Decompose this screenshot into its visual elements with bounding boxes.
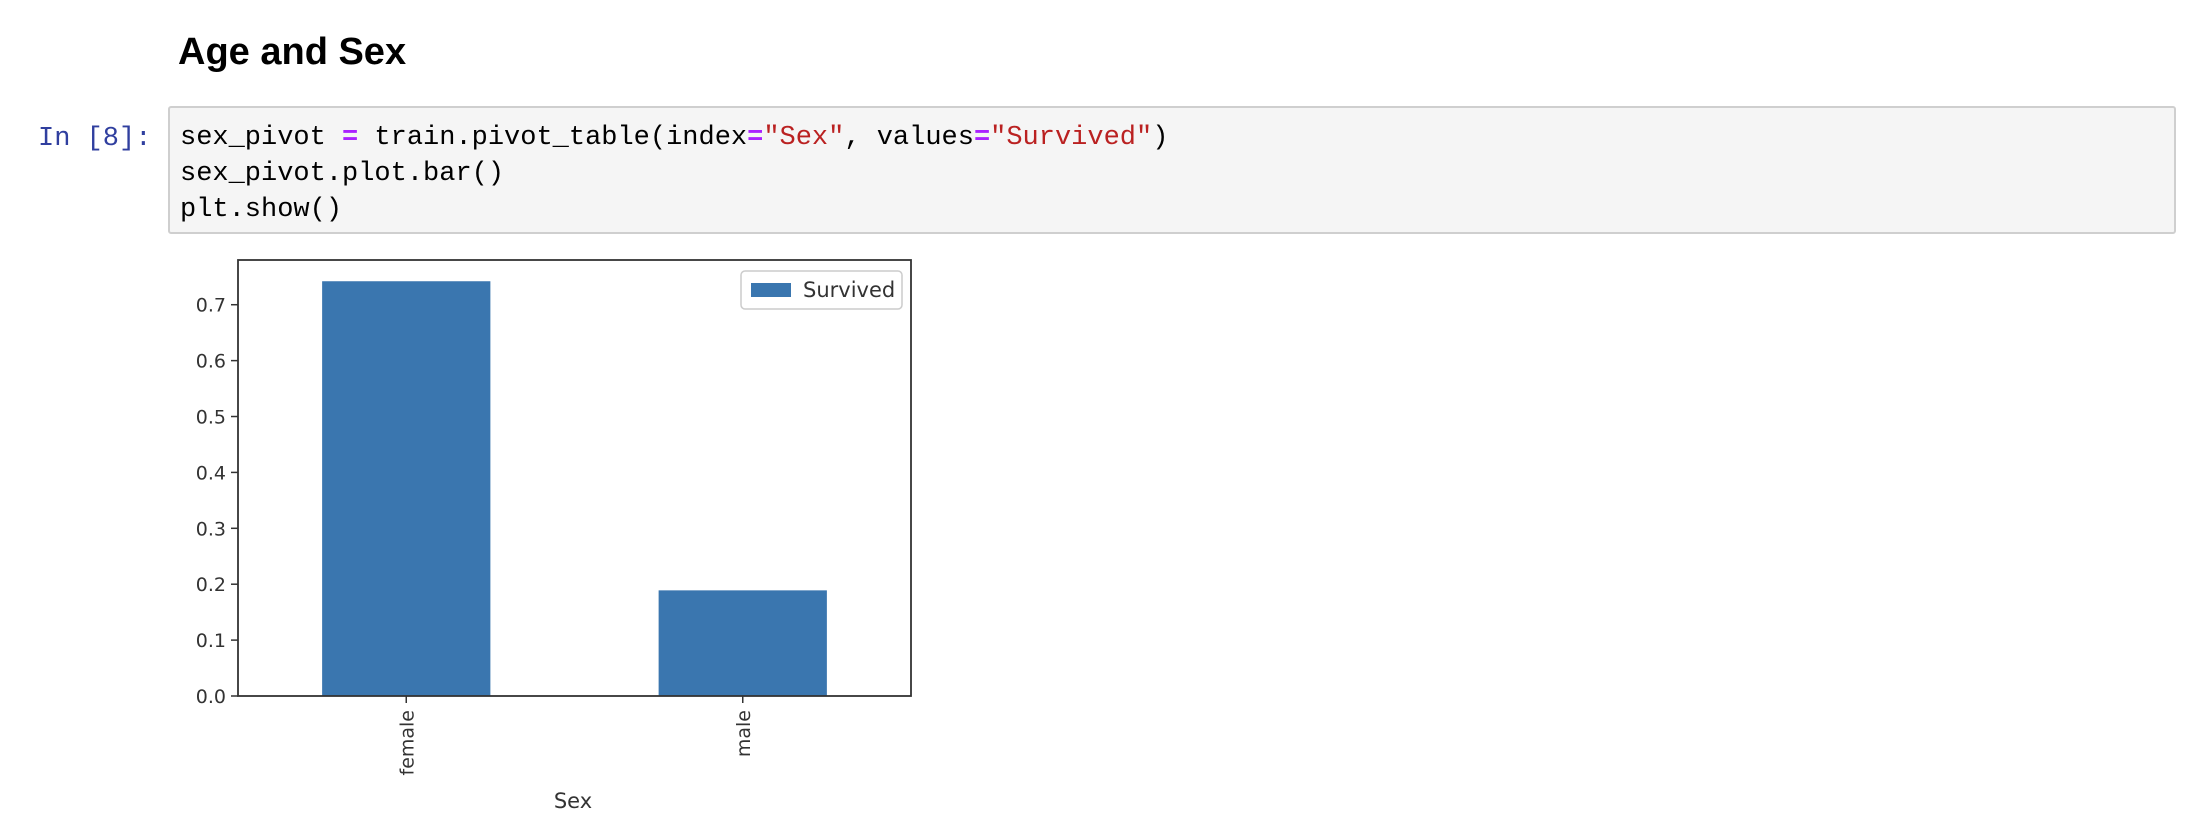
code-token: train.pivot_table(index <box>358 123 748 153</box>
x-tick-label: female <box>396 710 418 776</box>
bar-female <box>322 281 491 696</box>
section-heading: Age and Sex <box>178 31 407 73</box>
y-tick-label: 0.1 <box>196 630 226 652</box>
x-axis-label: Sex <box>554 789 592 813</box>
bar-chart: female male 0.0 0.1 0.2 0.3 0.4 0.5 0.6 0.7 Sex Sur… <box>196 259 912 813</box>
y-tick-label: 0.2 <box>196 574 226 596</box>
y-tick-label: 0.5 <box>196 407 226 429</box>
cell-output: female male 0.0 0.1 0.2 0.3 0.4 0.5 0.6 0.7 Sex Sur… <box>168 248 928 816</box>
code-string: "Sex" <box>763 123 845 153</box>
code-operator: = <box>747 123 764 153</box>
legend-swatch <box>751 283 791 297</box>
code-cell-input[interactable]: sex_pivot = train.pivot_table(index="Sex… <box>168 106 2176 234</box>
code-editor[interactable]: sex_pivot = train.pivot_table(index="Sex… <box>180 120 1168 228</box>
code-string: "Survived" <box>990 123 1153 153</box>
legend-label: Survived <box>803 278 895 302</box>
y-tick-label: 0.7 <box>196 295 226 317</box>
code-line-3: plt.show() <box>180 195 343 225</box>
code-token: , values <box>844 123 974 153</box>
code-line-2: sex_pivot.plot.bar() <box>180 159 505 189</box>
y-tick-label: 0.3 <box>196 518 226 540</box>
code-line-1: sex_pivot = train.pivot_table(index="Sex… <box>180 123 1168 153</box>
y-tick-label: 0.0 <box>196 686 226 708</box>
y-tick-label: 0.6 <box>196 351 226 373</box>
code-operator: = <box>973 123 991 153</box>
bar-male <box>658 590 827 696</box>
x-tick-label: male <box>733 710 755 757</box>
cell-prompt: In [8]: <box>38 124 152 154</box>
code-token: ) <box>1152 123 1169 153</box>
y-tick-label: 0.4 <box>196 462 226 484</box>
code-token: sex_pivot <box>180 123 343 153</box>
code-operator: = <box>342 123 359 153</box>
